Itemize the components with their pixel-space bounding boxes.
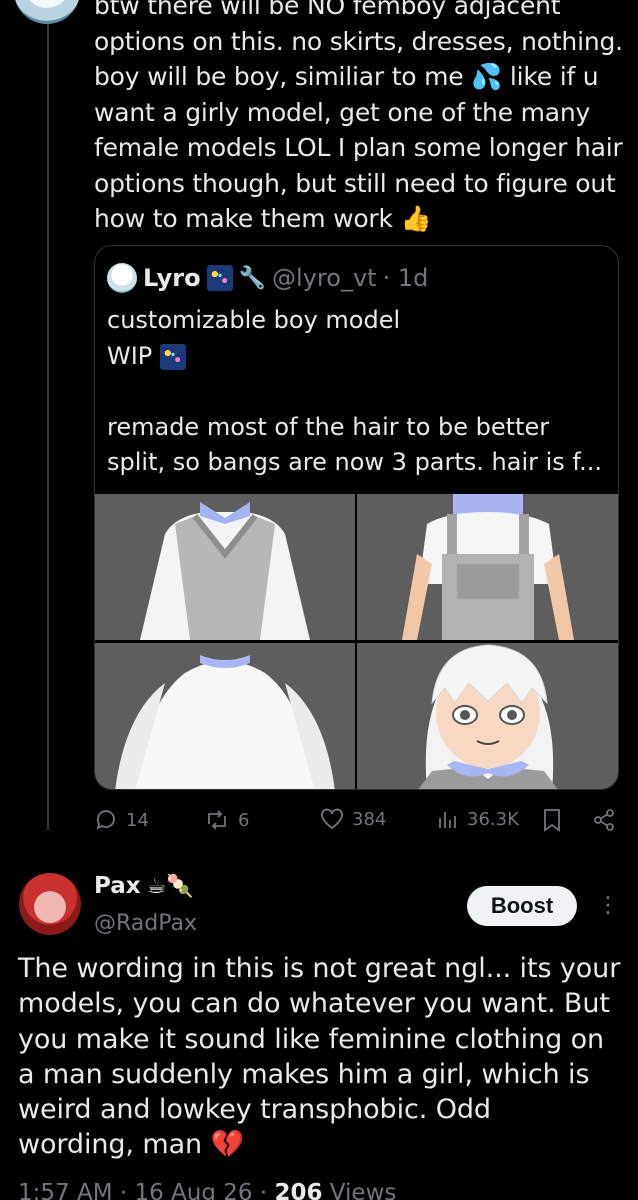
reply-meta: 1:57 AM · 16 Aug 26 · 206 Views (18, 1180, 396, 1200)
author-avatar[interactable] (14, 0, 80, 24)
quoted-line: split, so bangs are now 3 parts. hair is… (107, 448, 603, 476)
post-line: want a girly model, get one of the many (94, 97, 591, 127)
like-count: 384 (352, 808, 387, 830)
more-options-icon[interactable]: ⋮ (597, 893, 619, 918)
post-line: female models LOL I plan some longer hai… (94, 133, 623, 162)
share-button[interactable] (592, 808, 616, 832)
heart-icon (321, 808, 343, 830)
reply-line: you make it sound like feminine clothing… (18, 1023, 605, 1055)
media-image-overalls[interactable] (357, 494, 618, 640)
media-image-sweater[interactable] (95, 643, 355, 789)
post-line: how to make them work 👍 (94, 204, 432, 233)
post-line: btw there will be NO femboy adjacent (94, 0, 561, 20)
reply-author-handle[interactable]: @RadPax (94, 911, 197, 936)
quoted-post-text: customizable boy model WIP remade most o… (107, 303, 607, 481)
post-line: options on this. no skirts, dresses, not… (94, 26, 623, 56)
reply-views-label: Views (322, 1180, 397, 1200)
like-button[interactable]: 384 (320, 808, 386, 830)
quoted-author-avatar[interactable] (107, 263, 137, 293)
wrench-icon: 🔧 (238, 265, 267, 291)
reply-timestamp[interactable]: 1:57 AM · 16 Aug 26 · (18, 1180, 274, 1200)
reply-author-name: Pax (94, 873, 141, 899)
repost-icon (208, 810, 226, 830)
fireworks-emoji-icon (206, 265, 233, 291)
reply-count: 14 (126, 809, 149, 831)
media-grid (95, 494, 618, 789)
repost-count: 6 (238, 809, 250, 831)
repost-button[interactable]: 6 (204, 808, 249, 832)
quoted-line-text: WIP (107, 341, 153, 370)
reply-author-avatar[interactable] (19, 873, 81, 935)
reply-views-count: 206 (274, 1180, 323, 1200)
reply-text: The wording in this is not great ngl... … (18, 951, 628, 1163)
reply-name-emoji: ☕🍡 (146, 873, 194, 899)
views-chart-icon (439, 812, 456, 828)
reply-button[interactable]: 14 (94, 808, 149, 832)
quoted-line: remade most of the hair to be better (107, 412, 550, 441)
quoted-post-card[interactable]: Lyro 🔧 @lyro_vt · 1d customizable boy mo… (94, 245, 619, 790)
post-line: options though, but still need to figure… (94, 168, 616, 198)
post-action-bar: 14 6 384 36.3K (94, 808, 624, 836)
media-image-face[interactable] (357, 643, 618, 789)
quoted-post-time: · 1d (382, 264, 429, 292)
main-post-text: btw there will be NO femboy adjacent opt… (94, 0, 624, 237)
share-icon (594, 809, 614, 831)
views-button[interactable]: 36.3K (437, 808, 519, 830)
media-image-vest[interactable] (95, 494, 355, 640)
reply-bubble-icon (96, 810, 115, 830)
reply-line: models, you can do whatever you want. Bu… (18, 988, 610, 1020)
quoted-post-header: Lyro 🔧 @lyro_vt · 1d (107, 262, 428, 294)
quoted-line: customizable boy model (107, 306, 401, 334)
bookmark-icon (544, 809, 560, 832)
fireworks-emoji-icon (159, 343, 186, 370)
thread-connector-line (47, 0, 49, 830)
boost-button[interactable]: Boost (467, 886, 577, 926)
bookmark-button[interactable] (542, 808, 562, 832)
quoted-line: WIP (107, 339, 607, 375)
view-count: 36.3K (467, 808, 519, 830)
post-line: boy will be boy, similiar to me 💦 like i… (94, 62, 599, 91)
reply-line: a man suddenly makes him a girl, which i… (18, 1058, 590, 1090)
reply-line: The wording in this is not great ngl... … (18, 953, 621, 984)
reply-author-name-row[interactable]: Pax ☕🍡 (94, 873, 194, 899)
reply-line: wording, man 💔 (18, 1129, 245, 1161)
quoted-author-name[interactable]: Lyro (143, 264, 201, 292)
reply-line: weird and lowkey transphobic. Odd (18, 1094, 491, 1126)
quoted-author-handle[interactable]: @lyro_vt (272, 264, 377, 292)
quoted-line (107, 374, 607, 410)
